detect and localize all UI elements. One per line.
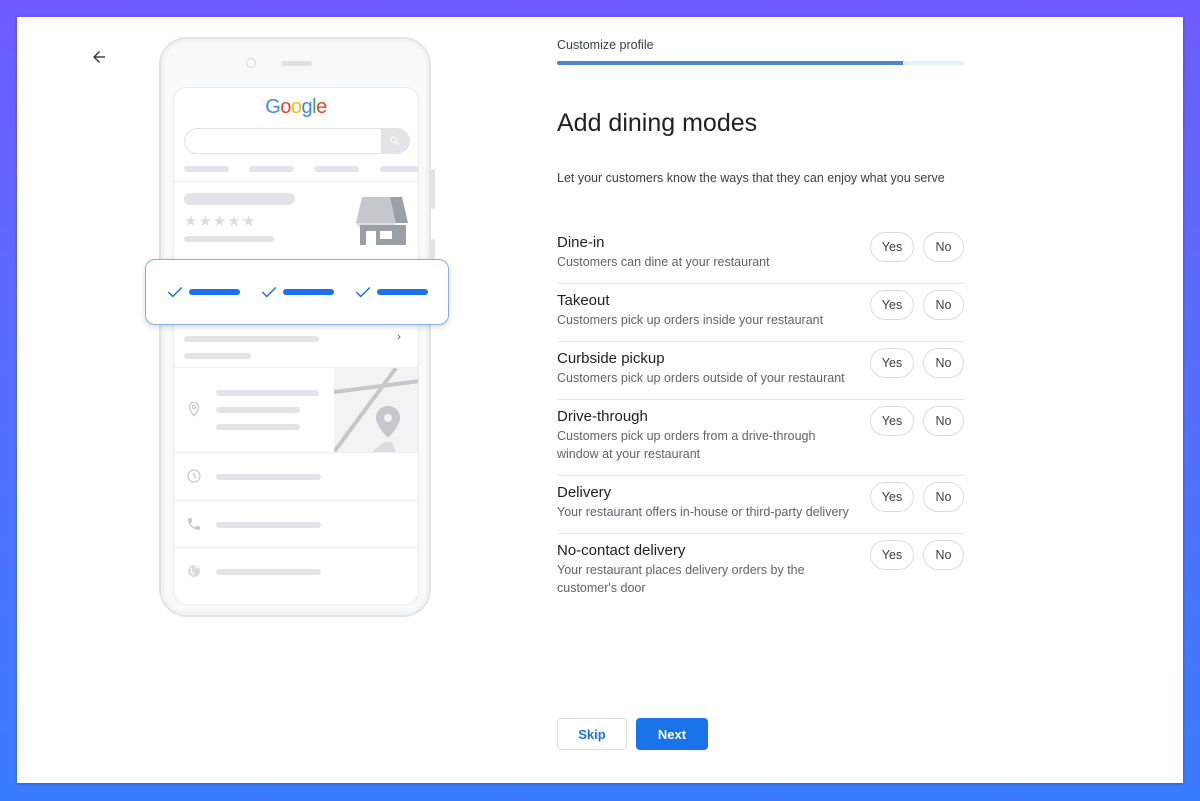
mock-text-line bbox=[216, 407, 300, 413]
no-button[interactable]: No bbox=[923, 406, 964, 436]
logo-letter: o bbox=[280, 96, 291, 118]
page-subtitle: Let your customers know the ways that th… bbox=[557, 171, 945, 185]
divider bbox=[174, 452, 418, 453]
chevron-right-icon bbox=[397, 334, 401, 340]
mock-tab bbox=[184, 166, 229, 172]
phone-side-button bbox=[431, 169, 435, 209]
check-item bbox=[354, 285, 428, 299]
skip-button[interactable]: Skip bbox=[557, 718, 627, 750]
map-pin-icon bbox=[334, 368, 418, 452]
mock-text-line bbox=[216, 569, 321, 575]
mock-map-tile bbox=[334, 368, 418, 452]
check-bar bbox=[283, 289, 334, 295]
no-button[interactable]: No bbox=[923, 348, 964, 378]
phone-camera bbox=[246, 58, 256, 68]
dining-mode-curbside-pickup: Curbside pickup Customers pick up orders… bbox=[557, 342, 964, 400]
no-button[interactable]: No bbox=[923, 232, 964, 262]
mock-search-bar bbox=[184, 128, 410, 154]
logo-letter: G bbox=[265, 96, 281, 118]
check-bar bbox=[189, 289, 240, 295]
dining-mode-drive-through: Drive-through Customers pick up orders f… bbox=[557, 400, 964, 476]
mock-text-line bbox=[184, 336, 319, 342]
clock-icon bbox=[187, 469, 201, 483]
mock-text-line bbox=[216, 474, 321, 480]
dining-modes-list: Dine-in Customers can dine at your resta… bbox=[557, 226, 964, 609]
mock-text-line bbox=[216, 522, 321, 528]
progress-fill bbox=[557, 61, 903, 65]
mode-description: Customers pick up orders outside of your… bbox=[557, 371, 845, 385]
mode-description: Your restaurant places delivery orders b… bbox=[557, 563, 805, 595]
phone-icon bbox=[188, 518, 200, 530]
back-button[interactable] bbox=[86, 44, 112, 70]
mock-tab bbox=[314, 166, 359, 172]
mock-title-bar bbox=[184, 193, 295, 205]
location-pin-icon bbox=[188, 401, 200, 417]
mode-description: Customers pick up orders inside your res… bbox=[557, 313, 824, 327]
no-button[interactable]: No bbox=[923, 482, 964, 512]
phone-illustration: Google ★★★★★ bbox=[159, 37, 435, 617]
mock-tab bbox=[249, 166, 294, 172]
google-logo: Google bbox=[174, 96, 418, 119]
rating-stars: ★★★★★ bbox=[184, 213, 257, 230]
yes-button[interactable]: Yes bbox=[870, 406, 914, 436]
mode-description: Customers pick up orders from a drive-th… bbox=[557, 429, 816, 461]
no-button[interactable]: No bbox=[923, 290, 964, 320]
mock-text-line bbox=[216, 390, 319, 396]
divider bbox=[174, 547, 418, 548]
globe-icon bbox=[188, 565, 200, 577]
yes-button[interactable]: Yes bbox=[870, 348, 914, 378]
check-icon bbox=[261, 286, 277, 298]
dining-options-card-illustration bbox=[145, 259, 449, 325]
phone-speaker bbox=[281, 61, 312, 66]
phone-screen: Google ★★★★★ bbox=[173, 87, 419, 605]
step-label: Customize profile bbox=[557, 38, 654, 52]
check-item bbox=[260, 285, 334, 299]
check-bar bbox=[377, 289, 428, 295]
search-icon bbox=[390, 136, 400, 146]
yes-button[interactable]: Yes bbox=[870, 482, 914, 512]
arrow-left-icon bbox=[93, 51, 105, 63]
mock-text-line bbox=[184, 236, 274, 242]
check-icon bbox=[167, 286, 183, 298]
dining-mode-no-contact-delivery: No-contact delivery Your restaurant plac… bbox=[557, 534, 964, 609]
check-icon bbox=[355, 286, 371, 298]
dining-mode-delivery: Delivery Your restaurant offers in-house… bbox=[557, 476, 964, 534]
footer-actions: Skip Next bbox=[557, 718, 708, 750]
divider bbox=[174, 181, 418, 182]
logo-letter: g bbox=[301, 96, 313, 118]
yes-button[interactable]: Yes bbox=[870, 290, 914, 320]
yes-button[interactable]: Yes bbox=[870, 232, 914, 262]
next-button[interactable]: Next bbox=[636, 718, 708, 750]
divider bbox=[174, 500, 418, 501]
storefront-icon bbox=[356, 197, 408, 245]
mock-search-button bbox=[381, 129, 409, 153]
logo-letter: o bbox=[290, 96, 302, 118]
check-item bbox=[166, 285, 240, 299]
yes-button[interactable]: Yes bbox=[870, 540, 914, 570]
mode-description: Customers can dine at your restaurant bbox=[557, 255, 770, 269]
dining-mode-takeout: Takeout Customers pick up orders inside … bbox=[557, 284, 964, 342]
no-button[interactable]: No bbox=[923, 540, 964, 570]
mock-text-line bbox=[216, 424, 300, 430]
logo-letter: e bbox=[316, 96, 327, 118]
mock-tab bbox=[380, 166, 418, 172]
mock-text-line bbox=[184, 353, 251, 359]
mode-description: Your restaurant offers in-house or third… bbox=[557, 505, 849, 519]
page-title: Add dining modes bbox=[557, 109, 758, 137]
progress-bar bbox=[557, 61, 964, 65]
dining-mode-dine-in: Dine-in Customers can dine at your resta… bbox=[557, 226, 964, 284]
